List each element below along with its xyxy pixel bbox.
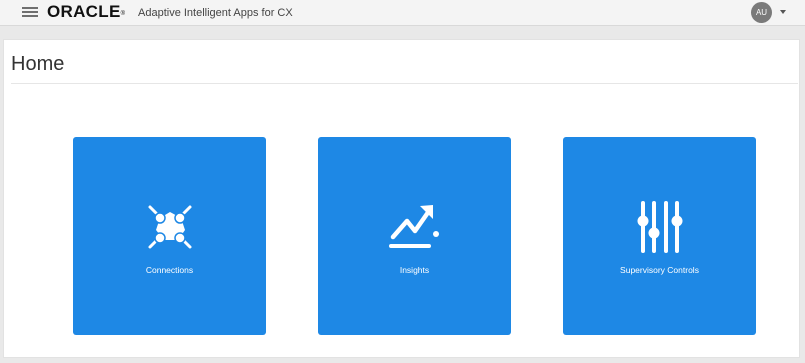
- caret-down-icon[interactable]: [780, 10, 786, 14]
- insights-trend-icon: [388, 205, 439, 248]
- connections-icon: [148, 205, 191, 249]
- hamburger-line: [22, 11, 38, 13]
- user-avatar[interactable]: AU: [751, 2, 772, 23]
- hamburger-menu-icon[interactable]: [22, 7, 38, 18]
- tile-supervisory-controls[interactable]: Supervisory Controls: [563, 137, 756, 335]
- home-panel: Home Connections Insights Supervisory Co…: [3, 39, 800, 358]
- tile-connections[interactable]: Connections: [73, 137, 266, 335]
- top-bar: ORACLE® Adaptive Intelligent Apps for CX…: [0, 0, 805, 26]
- tile-label: Supervisory Controls: [620, 265, 699, 275]
- tile-label: Connections: [145, 265, 194, 275]
- hamburger-line: [22, 15, 38, 17]
- hamburger-line: [22, 7, 38, 9]
- app-title: Adaptive Intelligent Apps for CX: [138, 7, 293, 19]
- title-divider: [11, 83, 798, 84]
- oracle-logo: ORACLE®: [47, 2, 126, 21]
- tile-label: Insights: [399, 265, 430, 275]
- page-title: Home: [11, 53, 65, 75]
- tile-insights[interactable]: Insights: [318, 137, 511, 335]
- sliders-icon: [637, 201, 682, 253]
